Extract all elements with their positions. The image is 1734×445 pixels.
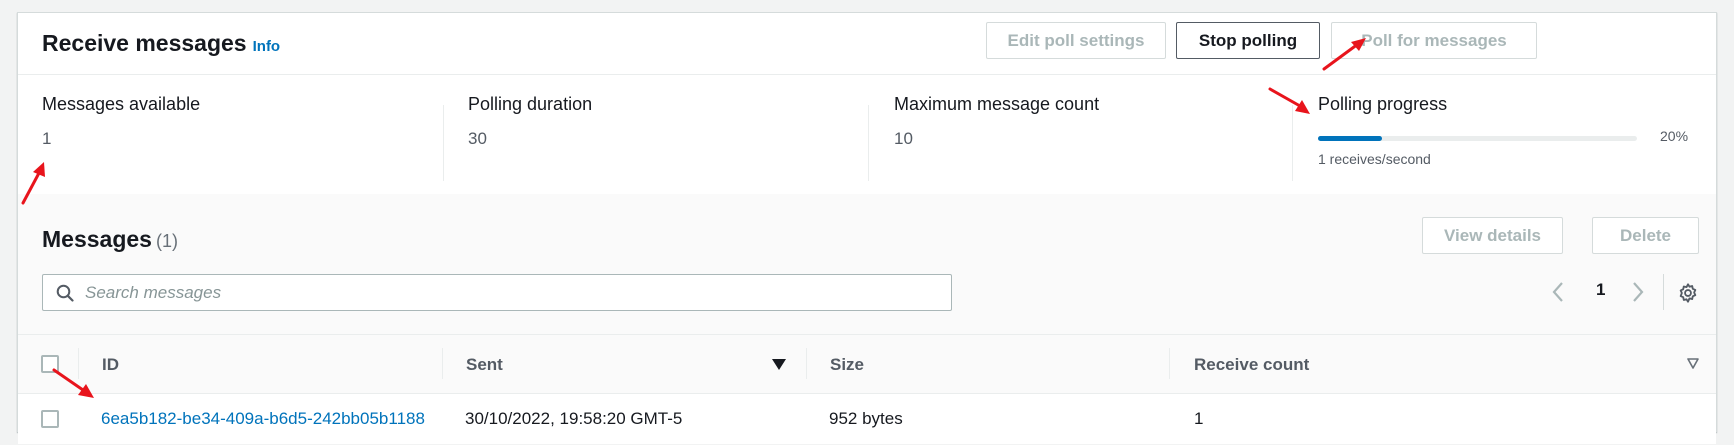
gear-icon[interactable] (1677, 282, 1699, 304)
receive-messages-panel: Receive messages Info Edit poll settings … (17, 12, 1717, 444)
stat-divider (443, 105, 444, 181)
polling-duration-value: 30 (468, 129, 487, 148)
chevron-left-icon[interactable] (1550, 281, 1568, 303)
annotation-arrow (1268, 87, 1310, 114)
messages-available-value: 1 (42, 129, 52, 148)
polling-progress-percent: 20% (1660, 128, 1689, 144)
edit-poll-settings-button[interactable]: Edit poll settings (986, 22, 1166, 59)
column-header-sent[interactable]: Sent (466, 355, 503, 375)
polling-progress-fill (1318, 136, 1382, 141)
annotation-arrow (52, 368, 94, 398)
annotation-arrow (21, 162, 45, 205)
polling-progress-bar (1318, 136, 1637, 141)
column-header-size[interactable]: Size (830, 355, 864, 375)
message-sent: 30/10/2022, 19:58:20 GMT-5 (465, 409, 683, 428)
sort-neutral-icon[interactable] (1687, 358, 1699, 369)
page-title: Receive messages Info (42, 30, 280, 57)
sort-descending-icon[interactable] (772, 359, 786, 370)
search-messages-field[interactable] (42, 274, 952, 311)
info-link[interactable]: Info (253, 38, 281, 55)
messages-available-stat: Messages available 1 (42, 94, 200, 172)
pagination-current-page[interactable]: 1 (1596, 280, 1605, 300)
row-checkbox[interactable] (41, 410, 59, 428)
column-divider (806, 348, 807, 379)
message-receive-count: 1 (1194, 409, 1204, 428)
polling-progress-rate: 1 receives/second (1318, 151, 1431, 167)
chevron-right-icon[interactable] (1628, 281, 1646, 303)
message-size: 952 bytes (829, 409, 903, 428)
messages-section: Messages(1) View details Delete 1 ID (18, 194, 1716, 444)
receive-messages-header: Receive messages Info Edit poll settings … (18, 13, 1716, 75)
messages-count: (1) (155, 231, 178, 251)
maximum-message-count-label: Maximum message count (894, 94, 1100, 114)
messages-title: Messages (42, 226, 152, 252)
maximum-message-count-value: 10 (894, 129, 913, 148)
messages-heading: Messages (1) (42, 226, 178, 253)
column-header-receive-count[interactable]: Receive count (1194, 355, 1309, 375)
delete-button[interactable]: Delete (1592, 217, 1699, 254)
message-id-link[interactable]: 6ea5b182-be34-409a-b6d5-242bb05b1188 (101, 409, 425, 429)
search-input[interactable] (85, 275, 935, 310)
messages-available-label: Messages available (42, 94, 201, 114)
polling-duration-stat: Polling duration 30 (468, 94, 592, 172)
messages-table-header: ID Sent Size Receive count (18, 334, 1716, 394)
maximum-message-count-stat: Maximum message count 10 (894, 94, 1099, 172)
polling-progress-stat: Polling progress 20% 1 receives/second (1318, 94, 1698, 172)
view-details-button[interactable]: View details (1422, 217, 1563, 254)
polling-progress-label: Polling progress (1318, 94, 1448, 114)
stop-polling-button[interactable]: Stop polling (1176, 22, 1320, 59)
column-header-id[interactable]: ID (102, 355, 119, 375)
table-row[interactable]: 6ea5b182-be34-409a-b6d5-242bb05b1188 30/… (18, 394, 1716, 444)
column-divider (1169, 348, 1170, 379)
polling-stats: Messages available 1 Polling duration 30… (18, 76, 1716, 194)
annotation-arrow (1322, 38, 1366, 71)
stat-divider (868, 105, 869, 181)
receive-messages-title: Receive messages (42, 30, 247, 56)
polling-duration-label: Polling duration (468, 94, 593, 114)
column-divider (442, 348, 443, 379)
search-icon (56, 284, 74, 302)
pagination-divider (1663, 274, 1664, 310)
